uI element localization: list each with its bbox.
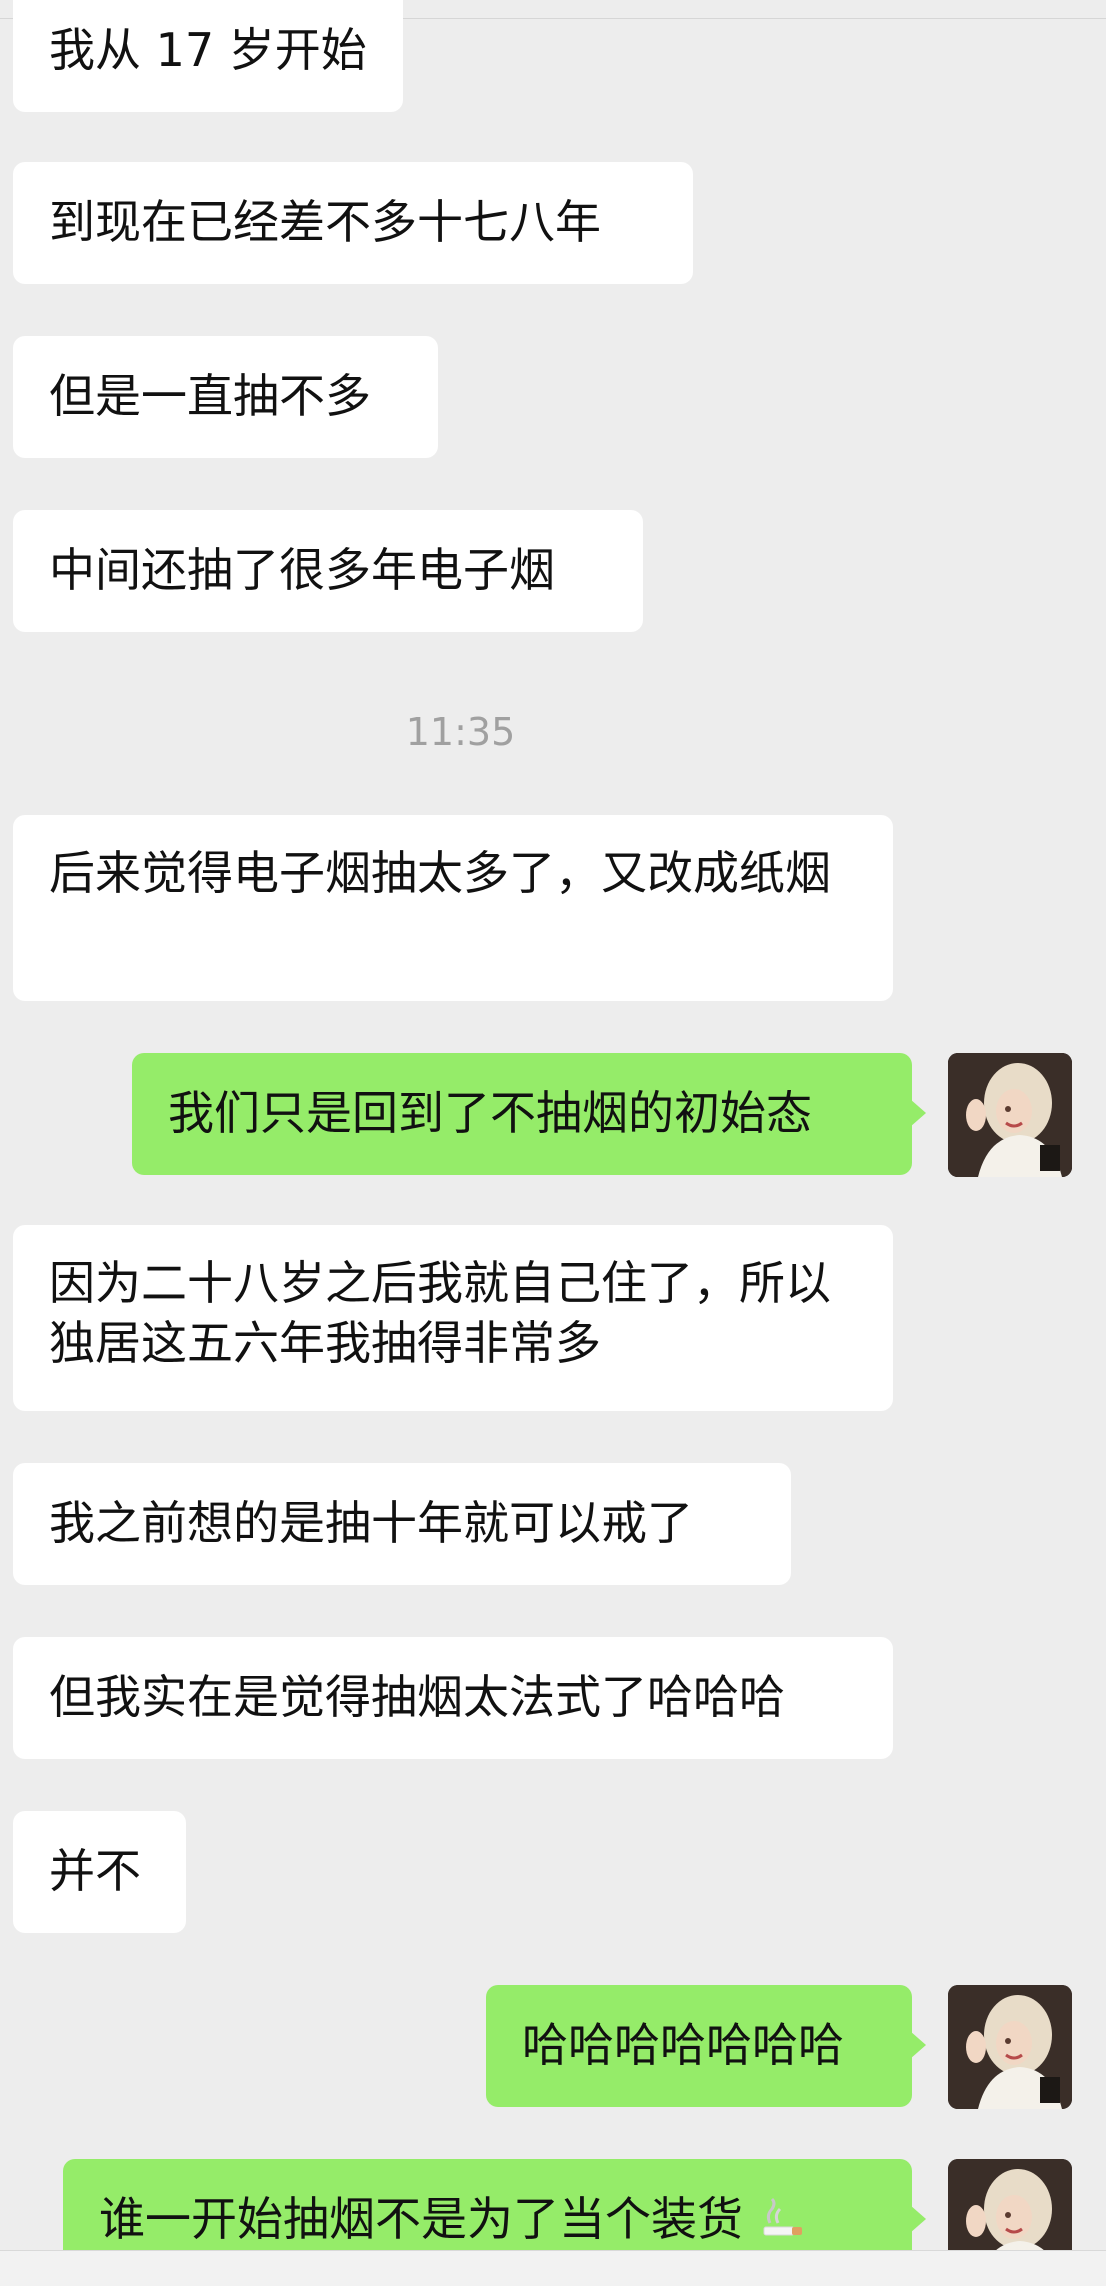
message-text: 因为二十八岁之后我就自己住了，所以独居这五六年我抽得非常多 xyxy=(49,1256,831,1370)
message-text: 但是一直抽不多 xyxy=(49,369,371,423)
message-text: 谁一开始抽烟不是为了当个装货 xyxy=(99,2192,743,2246)
message-bubble-incoming[interactable]: 但是一直抽不多 xyxy=(13,336,438,458)
message-bubble-incoming[interactable]: 但我实在是觉得抽烟太法式了哈哈哈 xyxy=(13,1637,893,1759)
message-bubble-incoming[interactable]: 后来觉得电子烟抽太多了，又改成纸烟 xyxy=(13,815,893,1001)
message-text: 哈哈哈哈哈哈哈 xyxy=(522,2018,844,2072)
user-avatar-photo-icon xyxy=(948,1053,1072,1177)
message-timestamp: 11:35 xyxy=(405,710,516,754)
message-text: 中间还抽了很多年电子烟 xyxy=(49,543,555,597)
avatar[interactable] xyxy=(948,1985,1072,2109)
message-text: 我们只是回到了不抽烟的初始态 xyxy=(168,1086,812,1140)
bottom-bar xyxy=(0,2250,1106,2286)
message-text: 并不 xyxy=(49,1844,141,1898)
avatar[interactable] xyxy=(948,1053,1072,1177)
message-bubble-outgoing[interactable]: 我们只是回到了不抽烟的初始态 xyxy=(132,1053,926,1175)
message-bubble-incoming[interactable]: 因为二十八岁之后我就自己住了，所以独居这五六年我抽得非常多 xyxy=(13,1225,893,1411)
user-avatar-photo-icon xyxy=(948,1985,1072,2109)
message-text: 到现在已经差不多十七八年 xyxy=(49,195,601,249)
message-bubble-incoming[interactable]: 中间还抽了很多年电子烟 xyxy=(13,510,643,632)
message-bubble-incoming[interactable]: 我从 17 岁开始 xyxy=(13,0,403,112)
message-text: 我从 17 岁开始 xyxy=(49,23,367,77)
message-text: 后来觉得电子烟抽太多了，又改成纸烟 xyxy=(49,846,831,900)
cigarette-emoji-icon xyxy=(762,2195,806,2255)
message-bubble-incoming[interactable]: 我之前想的是抽十年就可以戒了 xyxy=(13,1463,791,1585)
message-bubble-incoming[interactable]: 到现在已经差不多十七八年 xyxy=(13,162,693,284)
message-text: 但我实在是觉得抽烟太法式了哈哈哈 xyxy=(49,1670,785,1724)
chat-message-list[interactable]: 我从 17 岁开始 到现在已经差不多十七八年 但是一直抽不多 中间还抽了很多年电… xyxy=(0,0,1106,2286)
message-bubble-outgoing[interactable]: 哈哈哈哈哈哈哈 xyxy=(486,1985,926,2107)
message-text: 我之前想的是抽十年就可以戒了 xyxy=(49,1496,693,1550)
message-bubble-incoming[interactable]: 并不 xyxy=(13,1811,186,1933)
